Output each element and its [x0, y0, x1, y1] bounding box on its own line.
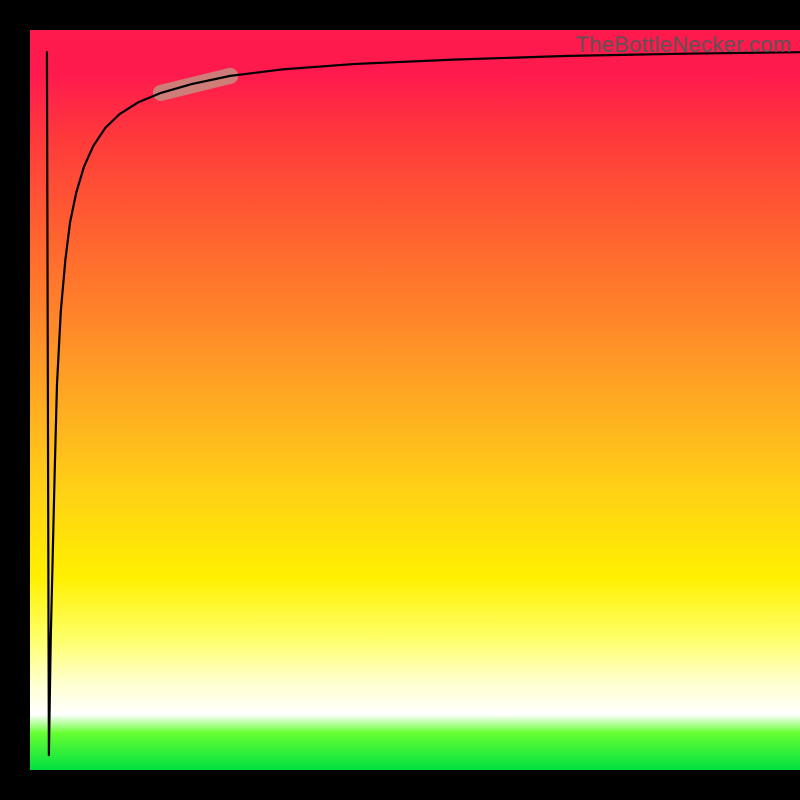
plot-area: TheBottleNecker.com	[30, 30, 800, 770]
chart-frame: TheBottleNecker.com	[0, 0, 800, 800]
chart-svg	[30, 30, 800, 770]
bottleneck-curve	[47, 52, 800, 755]
